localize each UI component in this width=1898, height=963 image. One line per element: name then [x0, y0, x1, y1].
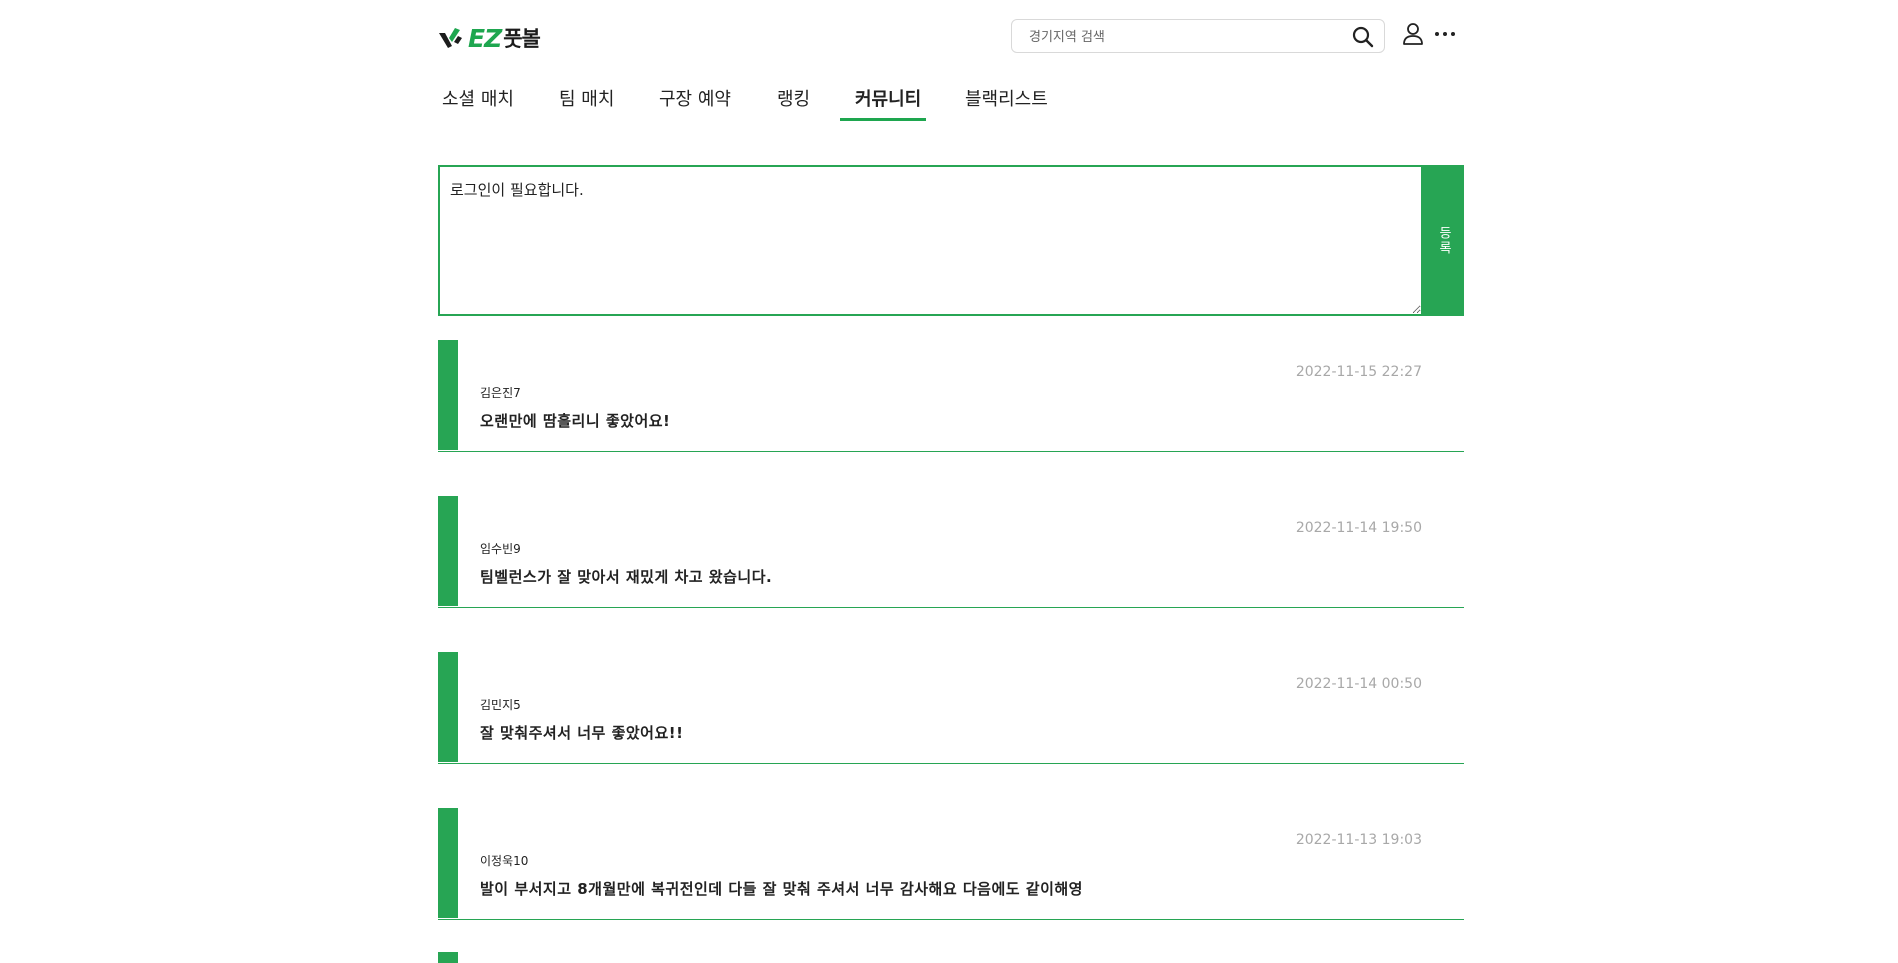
logo[interactable]: EZ 풋볼 — [438, 23, 541, 53]
comment-item: 2022-11-14 19:50 임수빈9 팀벨런스가 잘 맞아서 재밌게 차고… — [438, 496, 1464, 608]
search-icon[interactable] — [1352, 26, 1374, 48]
comment-text: 오랜만에 땀흘리니 좋았어요! — [480, 412, 671, 430]
comment-accent-bar — [438, 340, 458, 450]
comment-date: 2022-11-13 19:03 — [1295, 832, 1422, 848]
comment-author: 김은진7 — [480, 386, 521, 400]
tab-community[interactable]: 커뮤니티 — [855, 88, 921, 112]
logo-football-text: 풋볼 — [503, 27, 541, 51]
tab-team-match[interactable]: 팀 매치 — [559, 88, 614, 112]
comment-date: 2022-11-14 19:50 — [1295, 520, 1422, 536]
comment-accent-bar — [438, 652, 458, 762]
comment-text: 팀벨런스가 잘 맞아서 재밌게 차고 왔습니다. — [480, 568, 773, 586]
comment-accent-bar — [438, 808, 458, 918]
tab-field-reservation[interactable]: 구장 예약 — [659, 88, 731, 112]
tab-ranking[interactable]: 랭킹 — [777, 88, 810, 112]
user-icon[interactable] — [1402, 22, 1424, 46]
comment-author: 이정욱10 — [480, 854, 529, 868]
comment-text: 발이 부서지고 8개월만에 복귀전인데 다들 잘 맞춰 주셔서 너무 감사해요 … — [480, 880, 1083, 898]
logo-ez-text: EZ — [468, 23, 502, 53]
comment-item: 2022-11-13 19:03 이정욱10 발이 부서지고 8개월만에 복귀전… — [438, 808, 1464, 920]
logo-mark-icon — [439, 28, 462, 48]
search-bar — [1011, 19, 1385, 53]
comment-author: 김민지5 — [480, 698, 521, 712]
comment-text: 잘 맞춰주셔서 너무 좋았어요!! — [480, 724, 684, 742]
tab-blacklist[interactable]: 블랙리스트 — [965, 88, 1048, 112]
tab-social-match[interactable]: 소셜 매치 — [442, 88, 514, 112]
comment-form: 등록 — [438, 165, 1464, 316]
submit-button[interactable]: 등록 — [1423, 165, 1464, 316]
search-input[interactable] — [1029, 27, 1329, 47]
page: EZ 풋볼 소셜 매치 팀 매치 구장 예약 랭킹 커뮤니티 블랙리스트 등록 — [438, 0, 1464, 963]
main-nav: 소셜 매치 팀 매치 구장 예약 랭킹 커뮤니티 블랙리스트 — [438, 88, 1138, 122]
comment-accent-bar — [438, 952, 458, 963]
comment-author: 임수빈9 — [480, 542, 521, 556]
more-icon[interactable] — [1434, 31, 1456, 37]
active-tab-indicator — [840, 118, 926, 121]
comment-item: 2022-11-14 00:50 김민지5 잘 맞춰주셔서 너무 좋았어요!! — [438, 652, 1464, 764]
comment-date: 2022-11-14 00:50 — [1295, 676, 1422, 692]
comment-date: 2022-11-15 22:27 — [1295, 364, 1422, 380]
comment-item: 2022-11-15 22:27 김은진7 오랜만에 땀흘리니 좋았어요! — [438, 340, 1464, 452]
comment-input[interactable] — [438, 165, 1423, 316]
submit-button-label: 등록 — [1436, 225, 1451, 256]
comment-accent-bar — [438, 496, 458, 606]
